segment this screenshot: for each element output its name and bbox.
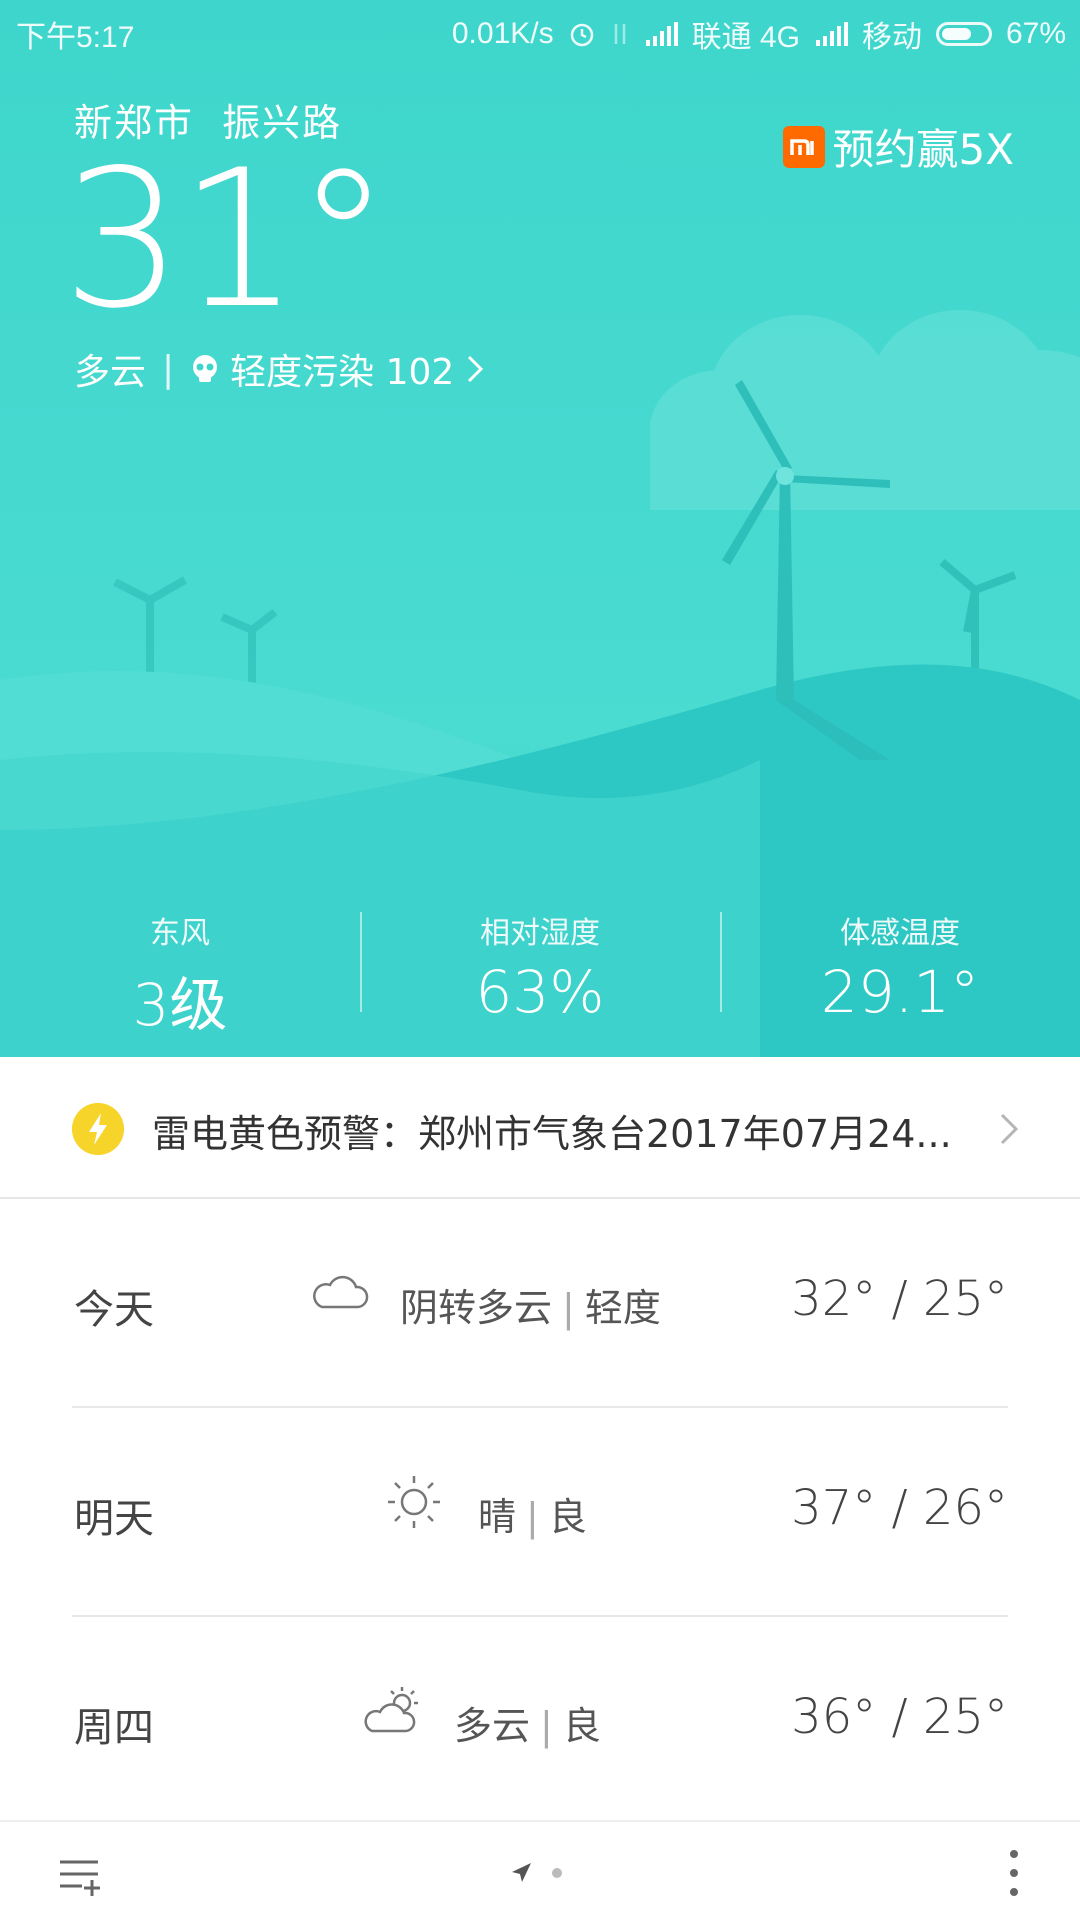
more-vertical-icon[interactable] xyxy=(1008,1848,1020,1898)
separator: | xyxy=(562,1286,575,1330)
alert-text: 雷电黄色预警：郑州市气象台2017年07月24... xyxy=(152,1112,952,1156)
condition-text: 多云 xyxy=(74,352,147,393)
sun-icon xyxy=(388,1476,440,1528)
forecast-row-today[interactable]: 今天 阴转多云 | 轻度 32° / 25° xyxy=(72,1199,1008,1408)
forecast-day: 明天 xyxy=(74,1496,154,1542)
forecast-weather: 多云 xyxy=(454,1704,531,1748)
page-indicator[interactable] xyxy=(510,1862,562,1884)
separator: | xyxy=(162,348,175,390)
promo-text: 预约赢5X xyxy=(832,125,1015,174)
metric-feels-like: 体感温度 29.1° xyxy=(720,900,1080,1030)
page-dot xyxy=(552,1868,562,1878)
alarm-icon xyxy=(570,23,593,47)
metric-humidity: 相对湿度 63% xyxy=(360,900,720,1030)
weather-alert[interactable]: 雷电黄色预警：郑州市气象台2017年07月24... xyxy=(0,1057,1080,1199)
skull-icon xyxy=(193,355,218,382)
status-time: 下午5:17 xyxy=(16,21,135,54)
lightning-icon xyxy=(72,1103,124,1155)
current-temperature: 31° xyxy=(62,129,391,350)
daily-forecast-list: 今天 阴转多云 | 轻度 32° / 25° 明天 晴 | 良 37° / 26° 周四 xyxy=(0,1199,1080,1824)
forecast-temps: 32° / 25° xyxy=(791,1271,1008,1327)
forecast-weather: 阴转多云 xyxy=(400,1286,553,1330)
forecast-temps: 36° / 25° xyxy=(791,1689,1008,1745)
partly-cloudy-icon xyxy=(364,1687,418,1733)
forecast-air: 轻度 xyxy=(584,1286,661,1330)
chevron-right-icon xyxy=(468,355,484,383)
forecast-day: 周四 xyxy=(74,1705,154,1751)
forecast-weather: 晴 xyxy=(478,1495,517,1539)
cloud-icon xyxy=(313,1275,369,1309)
forecast-day: 今天 xyxy=(74,1287,154,1333)
metric-wind: 东风 3级 xyxy=(0,900,360,1039)
metric-value: 63% xyxy=(475,958,605,1026)
forecast-row-thursday[interactable]: 周四 多云 | 良 36° / 25° xyxy=(72,1617,1008,1824)
forecast-desc: 晴 | 良 xyxy=(478,1486,587,1541)
weather-metrics: 东风 3级 相对湿度 63% 体感温度 29.1° xyxy=(0,900,1080,1039)
aqi-text: 轻度污染 102 xyxy=(230,352,455,393)
forecast-air: 良 xyxy=(562,1704,601,1748)
signal-strength-icon xyxy=(645,22,678,46)
metric-label: 体感温度 xyxy=(840,916,960,951)
current-condition-row[interactable]: 多云 | 轻度污染 102 xyxy=(74,343,486,395)
forecast-desc: 阴转多云 | 轻度 xyxy=(400,1277,661,1332)
forecast-row-tomorrow[interactable]: 明天 晴 | 良 37° / 26° xyxy=(72,1408,1008,1617)
battery-icon xyxy=(935,22,992,46)
battery-percent: 67% xyxy=(1005,17,1066,50)
navigation-arrow-icon xyxy=(512,1863,531,1882)
network-speed: 0.01K/s xyxy=(451,17,554,50)
metric-label: 相对湿度 xyxy=(480,916,600,951)
chevron-right-icon xyxy=(1000,1113,1019,1145)
mi-logo-icon xyxy=(782,125,825,168)
data-transfer-icon xyxy=(614,24,625,44)
bottom-bar xyxy=(0,1820,1080,1922)
metric-value: 3级 xyxy=(132,971,228,1039)
forecast-air: 良 xyxy=(548,1495,587,1539)
weather-hero: 下午5:17 0.01K/s 联通 4G 移动 67% 新郑市 振兴路 预约赢5… xyxy=(0,0,1080,1057)
forecast-desc: 多云 | 良 xyxy=(454,1695,601,1750)
promo-banner[interactable]: 预约赢5X xyxy=(782,116,1015,177)
separator: | xyxy=(540,1704,553,1748)
carrier-1: 联通 4G xyxy=(691,21,800,54)
metric-label: 东风 xyxy=(150,916,210,951)
separator: | xyxy=(526,1495,539,1539)
list-add-icon[interactable] xyxy=(58,1854,102,1898)
carrier-2: 移动 xyxy=(861,21,922,54)
status-bar: 下午5:17 0.01K/s 联通 4G 移动 67% xyxy=(0,0,1080,58)
forecast-temps: 37° / 26° xyxy=(791,1480,1008,1536)
metric-value: 29.1° xyxy=(820,958,980,1026)
signal-strength-icon xyxy=(815,22,848,46)
